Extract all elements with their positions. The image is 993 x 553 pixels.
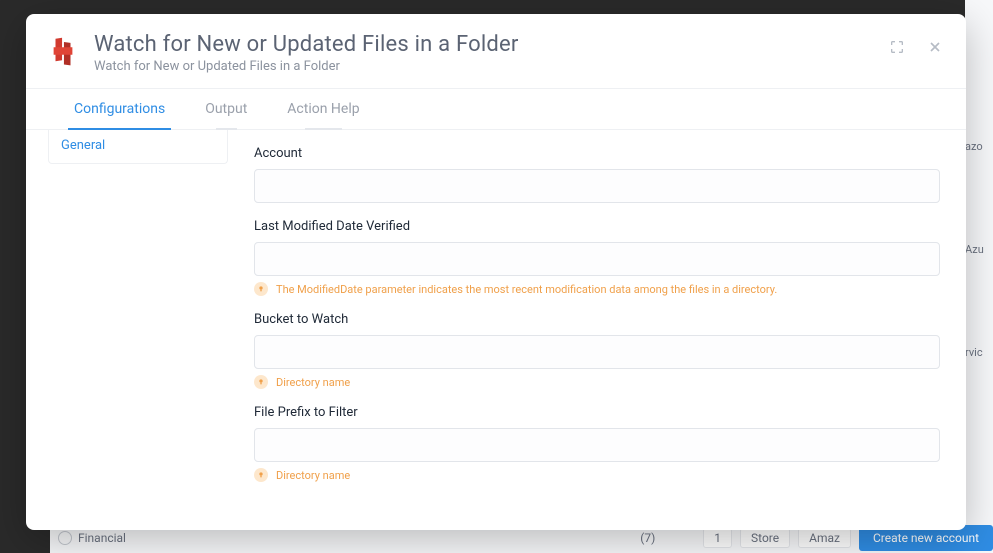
tab-label: Action Help [287,101,359,117]
field-label-bucket: Bucket to Watch [254,312,940,327]
sidebar-item-label: General [61,138,105,153]
sidebar: General [48,130,228,164]
tab-label: Output [205,101,247,117]
config-form: Account Last Modified Date Verified The … [228,130,966,530]
tab-bar: Configurations Output Action Help [26,89,966,130]
bg-text: rvic [965,346,983,359]
bg-page: 1 [703,528,732,548]
tab-output[interactable]: Output [205,89,247,129]
hint-prefix: Directory name [254,468,940,482]
hint-bucket: Directory name [254,375,940,389]
bg-chip-amaz: Amaz [798,528,851,548]
tab-configurations[interactable]: Configurations [74,89,165,129]
field-last-modified: Last Modified Date Verified The Modified… [254,219,940,296]
hint-text: Directory name [276,376,350,389]
hint-text: The ModifiedDate parameter indicates the… [276,283,777,296]
modal-body: General Account Last Modified Date Verif… [26,130,966,530]
bg-count: (7) [640,531,655,545]
field-label-account: Account [254,146,940,161]
tab-label: Configurations [74,101,165,117]
field-account: Account [254,146,940,203]
sidebar-item-general[interactable]: General [49,130,227,161]
bulb-icon [254,282,268,296]
bg-text: Azu [965,243,984,256]
app-logo-icon [48,36,78,66]
hint-last-modified: The ModifiedDate parameter indicates the… [254,282,940,296]
modal-backdrop: azo Azu rvic Financial (7) 1 Store Amaz … [0,0,993,553]
bucket-input[interactable] [254,335,940,369]
field-bucket: Bucket to Watch Directory name [254,312,940,389]
modal-subtitle: Watch for New or Updated Files in a Fold… [94,59,888,74]
account-input[interactable] [254,169,940,203]
bulb-icon [254,375,268,389]
close-icon[interactable] [926,38,944,56]
bg-radio-financial: Financial [58,531,126,545]
tab-action-help[interactable]: Action Help [287,89,359,129]
field-label-prefix: File Prefix to Filter [254,405,940,420]
expand-icon[interactable] [888,38,906,56]
modal-title: Watch for New or Updated Files in a Fold… [94,32,888,57]
bg-chip-store: Store [740,528,790,548]
bg-text: azo [965,140,983,153]
last-modified-input[interactable] [254,242,940,276]
modal-header: Watch for New or Updated Files in a Fold… [26,14,966,89]
hint-text: Directory name [276,469,350,482]
field-prefix: File Prefix to Filter Directory name [254,405,940,482]
action-config-modal: Watch for New or Updated Files in a Fold… [26,14,966,530]
field-label-last-modified: Last Modified Date Verified [254,219,940,234]
prefix-input[interactable] [254,428,940,462]
bulb-icon [254,468,268,482]
